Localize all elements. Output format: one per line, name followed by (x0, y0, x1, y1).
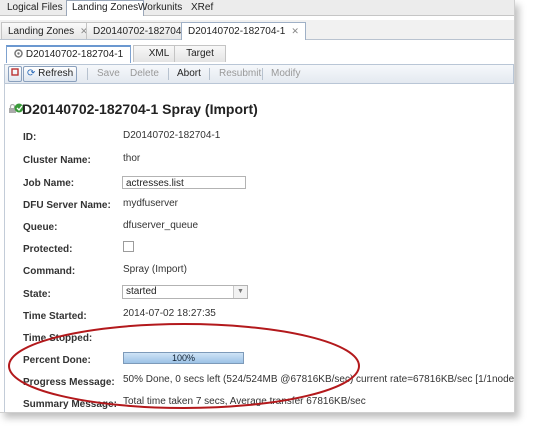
tab-summary[interactable]: D20140702-182704-1 (6, 45, 131, 63)
refresh-label: Refresh (38, 68, 74, 79)
secondary-tab-bar: Landing Zones✕ D20140702-182704 ✕ D201407… (0, 20, 514, 40)
dfu-server-name-label: DFU Server Name: (23, 200, 111, 211)
command-label: Command: (23, 266, 76, 277)
protected-checkbox[interactable] (123, 241, 134, 252)
id-value: D20140702-182704-1 (123, 130, 221, 141)
highlight-ellipse (8, 323, 360, 409)
modify-button[interactable]: Modify (268, 67, 303, 81)
time-started-value: 2014-07-02 18:27:35 (123, 308, 216, 319)
tab-label: D20140702-182704 (93, 26, 182, 37)
protected-label: Protected: (23, 244, 73, 255)
tab-target[interactable]: Target (174, 45, 226, 62)
id-label: ID: (23, 132, 37, 143)
tab-xref[interactable]: XRef (186, 1, 218, 14)
app-window: Logical Files Landing Zones Workunits XR… (0, 0, 515, 413)
chevron-down-icon[interactable]: ▼ (233, 286, 247, 298)
tab-label: D20140702-182704-1 (188, 26, 286, 37)
save-button[interactable]: Save (94, 67, 123, 81)
divider (168, 68, 169, 80)
tab-logical-files[interactable]: Logical Files (2, 1, 68, 14)
job-name-input[interactable]: actresses.list (122, 176, 246, 189)
state-selected-value: started (126, 286, 157, 297)
detail-tab-bar: D20140702-182704-1 XML Target (4, 45, 514, 63)
divider (87, 68, 88, 80)
cluster-name-value: thor (123, 153, 141, 164)
gear-icon (14, 49, 23, 58)
delete-button[interactable]: Delete (127, 67, 162, 81)
tab-label: D20140702-182704-1 (25, 49, 124, 60)
close-icon[interactable]: ✕ (291, 26, 299, 36)
tab-label: Landing Zones (8, 26, 75, 37)
toolbar: ⟳ Refresh Save Delete Abort Resubmit Mod… (4, 64, 514, 84)
open-icon[interactable] (8, 66, 22, 82)
page-title: D20140702-182704-1 Spray (Import) (22, 101, 258, 117)
command-value: Spray (Import) (123, 264, 187, 275)
abort-button[interactable]: Abort (174, 67, 204, 81)
divider (262, 68, 263, 80)
resubmit-button[interactable]: Resubmit (216, 67, 264, 81)
divider (209, 68, 210, 80)
cluster-name-label: Cluster Name: (23, 155, 91, 166)
refresh-button[interactable]: ⟳ Refresh (23, 66, 78, 82)
tab-workunit-detail[interactable]: D20140702-182704-1 ✕ (181, 22, 306, 40)
refresh-icon: ⟳ (27, 68, 36, 79)
tab-workunits[interactable]: Workunits (133, 1, 187, 14)
dfu-server-name-value: mydfuserver (123, 198, 179, 209)
tab-landing-zones-list[interactable]: Landing Zones ✕ (1, 22, 95, 39)
queue-value: dfuserver_queue (123, 220, 199, 231)
state-select[interactable]: started ▼ (122, 285, 248, 299)
main-tab-bar: Logical Files Landing Zones Workunits XR… (0, 0, 514, 16)
state-label: State: (23, 289, 51, 300)
job-name-label: Job Name: (23, 178, 75, 189)
queue-label: Queue: (23, 222, 58, 233)
